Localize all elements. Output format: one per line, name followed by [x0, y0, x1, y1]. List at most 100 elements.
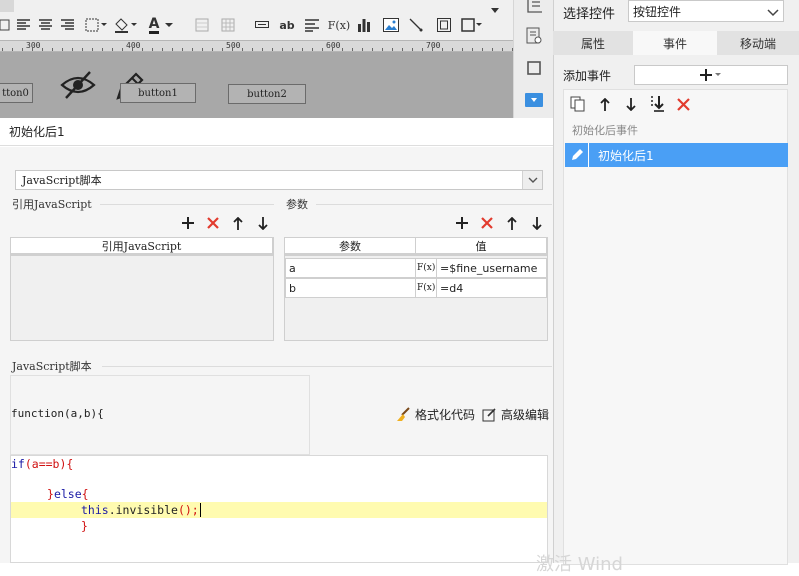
event-up-icon[interactable]: [597, 96, 613, 112]
code-line-3: } else{: [11, 486, 547, 502]
cell-elements-icon[interactable]: [436, 14, 452, 36]
fill-color-icon[interactable]: [112, 14, 138, 36]
tab-divider: [14, 0, 18, 12]
horizontal-ruler: 300 400 500 600 700: [0, 40, 513, 52]
event-item-selected[interactable]: 初始化后1: [565, 143, 788, 167]
layout-icon[interactable]: [524, 0, 544, 16]
ruler-mark: [402, 48, 403, 51]
chevron-down-icon[interactable]: [522, 171, 542, 189]
param-name-a[interactable]: a: [285, 258, 416, 278]
tab-properties[interactable]: 属性: [553, 31, 633, 55]
advanced-edit-button[interactable]: 高级编辑: [482, 406, 549, 423]
text-cursor: [199, 503, 201, 517]
chevron-down-icon: [767, 6, 779, 20]
canvas-button-0[interactable]: tton0: [0, 83, 33, 103]
ruler-mark: [142, 48, 143, 51]
widget-select[interactable]: 按钮控件: [628, 0, 784, 22]
param-value-b[interactable]: =d4: [436, 278, 547, 298]
more-tools-icon[interactable]: [488, 0, 502, 22]
ruler-mark: [282, 48, 283, 51]
code-keyword: this: [81, 503, 109, 517]
param-up-icon[interactable]: [504, 215, 520, 231]
ruler-mark: [92, 48, 93, 51]
code-method: .invisible: [108, 503, 178, 517]
ruler-mark: [132, 48, 133, 51]
ruler-mark: [312, 48, 313, 51]
add-event-label: 添加事件: [563, 69, 612, 83]
ruler-mark: [262, 48, 263, 51]
design-toolbar: A ab F(x): [0, 0, 513, 40]
dropdown-widget-icon[interactable]: [524, 90, 544, 110]
tab-events[interactable]: 事件: [633, 31, 717, 55]
param-value-a[interactable]: =$fine_username: [436, 258, 547, 278]
align-right-icon[interactable]: [60, 14, 74, 36]
delete-param-icon[interactable]: [479, 215, 495, 231]
code-call: ();: [177, 503, 199, 517]
paragraph-icon[interactable]: [304, 14, 320, 36]
font-color-icon[interactable]: A: [146, 14, 178, 36]
ruler-mark: [122, 48, 123, 51]
form-design-canvas[interactable]: tton0 button1 button2: [0, 52, 513, 118]
grid-icon[interactable]: [220, 14, 236, 36]
align-center-icon[interactable]: [38, 14, 52, 36]
add-event-select[interactable]: [634, 65, 788, 85]
ruler-mark: [12, 48, 13, 51]
ruler-mark: [382, 48, 383, 51]
frame-dropdown-icon[interactable]: [460, 14, 484, 36]
script-type-select[interactable]: JavaScript脚本: [15, 170, 543, 190]
text-icon[interactable]: ab: [278, 14, 296, 36]
script-type-value: JavaScript脚本: [22, 174, 102, 187]
edit-event-icon[interactable]: [565, 143, 589, 167]
ruler-mark: [302, 48, 303, 51]
border-icon[interactable]: [84, 14, 108, 36]
ref-js-table[interactable]: 引用JavaScript: [10, 237, 274, 341]
event-down-icon[interactable]: [623, 96, 639, 112]
ref-js-group-title: 引用JavaScript: [12, 198, 92, 211]
param-name-b[interactable]: b: [285, 278, 416, 298]
delete-icon[interactable]: [205, 215, 221, 231]
merge-cells-icon[interactable]: [194, 14, 210, 36]
format-code-button[interactable]: 格式化代码: [395, 406, 475, 423]
add-param-icon[interactable]: [454, 215, 470, 231]
image-icon[interactable]: [382, 14, 400, 36]
script-group-title: JavaScript脚本: [12, 360, 92, 373]
ruler-mark: [202, 48, 203, 51]
code-keyword: else: [53, 487, 82, 501]
ruler-mark: [392, 48, 393, 51]
slash-icon[interactable]: [408, 14, 424, 36]
move-to-bottom-icon[interactable]: [648, 96, 668, 112]
frame-icon[interactable]: [524, 58, 544, 78]
move-down-icon[interactable]: [255, 215, 271, 231]
copy-icon[interactable]: [570, 96, 586, 112]
ruler-mark: [412, 48, 413, 51]
param-down-icon[interactable]: [529, 215, 545, 231]
tab-mobile[interactable]: 移动端: [717, 31, 799, 55]
delete-event-icon[interactable]: [675, 96, 691, 112]
function-signature: function(a,b){: [11, 407, 104, 420]
add-icon[interactable]: [180, 215, 196, 231]
canvas-button-1[interactable]: button1: [120, 83, 196, 103]
canvas-button-2[interactable]: button2: [228, 84, 306, 104]
formula-button[interactable]: F(x): [415, 258, 437, 278]
format-code-label: 格式化代码: [415, 408, 476, 422]
event-category-label: 初始化后事件: [572, 124, 638, 137]
input-icon[interactable]: [254, 14, 270, 36]
code-brace: }: [47, 487, 54, 501]
ruler-mark: [362, 48, 363, 51]
code-editor[interactable]: if (a==b){ } else{ this .invisible (); }: [10, 455, 548, 563]
formula-button[interactable]: F(x): [415, 278, 437, 298]
formula-icon[interactable]: F(x): [328, 14, 350, 36]
ruler-mark: [482, 48, 483, 51]
bar-chart-icon[interactable]: [356, 14, 372, 36]
ruler-mark: [472, 48, 473, 51]
ruler-mark: [252, 48, 253, 51]
ruler-mark: [42, 48, 43, 51]
table-style-icon[interactable]: [0, 14, 10, 36]
event-item-label: 初始化后1: [598, 148, 654, 163]
ruler-mark: [192, 48, 193, 51]
edit-icon: [482, 408, 496, 422]
code-keyword: if: [11, 457, 25, 471]
move-up-icon[interactable]: [230, 215, 246, 231]
widget-settings-icon[interactable]: [524, 26, 544, 46]
align-left-icon[interactable]: [16, 14, 30, 36]
